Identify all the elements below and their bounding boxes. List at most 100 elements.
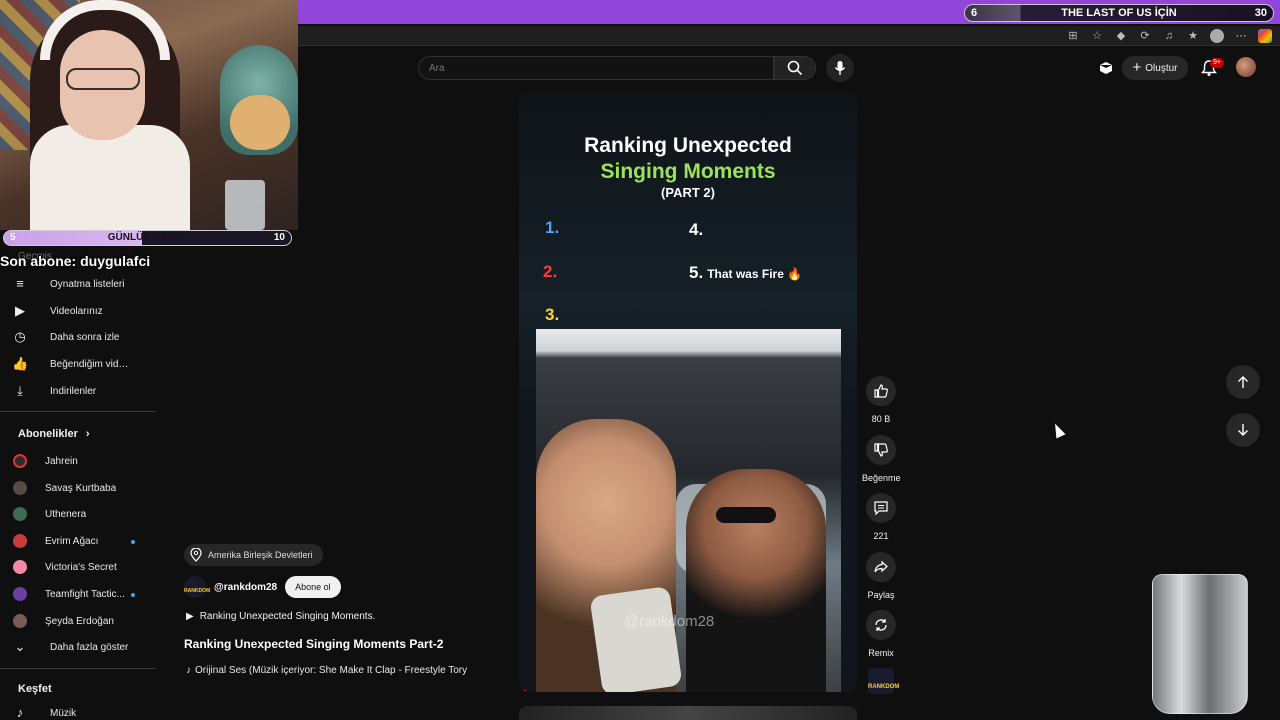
person-right xyxy=(686,469,826,692)
search-input[interactable] xyxy=(419,57,773,79)
rank-5: 5. That was Fire 🔥 xyxy=(689,263,802,283)
sidebar-item-music[interactable]: ♪ Müzik xyxy=(12,700,157,720)
share-button[interactable]: Paylaş xyxy=(862,552,900,600)
sidebar-sub-label: Evrim Ağacı xyxy=(45,535,99,547)
stream-goal-bar: 6 THE LAST OF US İÇİN 30 xyxy=(964,4,1274,22)
cast-icon[interactable] xyxy=(1098,60,1114,76)
sidebar-sub-uthenera[interactable]: Uthenera xyxy=(12,501,157,527)
extension-icon[interactable]: ◆ xyxy=(1114,29,1128,43)
sidebar-sub-label: Savaş Kurtbaba xyxy=(45,482,117,494)
copilot-icon[interactable] xyxy=(1258,29,1272,43)
sidebar-sub-savas-kurtbaba[interactable]: Savaş Kurtbaba xyxy=(12,475,157,501)
webcam-overlay xyxy=(0,0,298,230)
stream-top-bar: 6 THE LAST OF US İÇİN 30 xyxy=(298,0,1280,24)
app-icon[interactable]: ⊞ xyxy=(1066,29,1080,43)
create-label: Oluştur xyxy=(1145,62,1178,74)
previous-short-button[interactable] xyxy=(1226,365,1260,399)
daily-goal-bar: 5 GÜNLÜK HEDEF 10 xyxy=(3,230,292,246)
sidebar-divider xyxy=(0,411,155,412)
sidebar-item-playlists[interactable]: ≡ Oynatma listeleri xyxy=(12,271,157,297)
profile-avatar-icon[interactable] xyxy=(1210,29,1224,43)
remix-button[interactable]: Remix xyxy=(862,610,900,658)
subscribe-button[interactable]: Abone ol xyxy=(285,576,341,598)
search-button[interactable] xyxy=(774,56,816,80)
sidebar-sub-seyda-erdogan[interactable]: Şeyda Erdoğan xyxy=(12,608,157,634)
music-extension-icon[interactable]: ♫ xyxy=(1162,29,1176,43)
location-chip[interactable]: Amerika Birleşik Devletleri xyxy=(184,544,323,566)
comment-icon xyxy=(866,493,896,523)
sidebar-sub-label: Jahrein xyxy=(45,455,78,467)
plush-toy-belly xyxy=(230,95,290,150)
short-title-line1: Ranking Unexpected xyxy=(584,134,792,157)
voice-search-button[interactable] xyxy=(826,54,854,82)
show-more-label: Daha fazla göster xyxy=(50,641,129,653)
new-content-dot xyxy=(131,540,135,544)
channel-avatar xyxy=(13,534,27,548)
create-button[interactable]: + Oluştur xyxy=(1122,56,1188,80)
sidebar-sub-evrim-agaci[interactable]: Evrim Ağacı xyxy=(12,528,157,554)
next-short-preview[interactable] xyxy=(519,706,857,720)
music-note-icon: ♪ xyxy=(16,705,24,720)
playlist-icon: ≡ xyxy=(16,276,24,291)
video-frame: @rankdom28 xyxy=(536,329,841,692)
sidebar-item-label: Müzik xyxy=(50,707,77,719)
channel-avatar xyxy=(13,481,27,495)
short-title[interactable]: Ranking Unexpected Singing Moments Part-… xyxy=(184,637,443,651)
dislike-button[interactable]: Beğenme xyxy=(862,435,901,483)
microphone-icon xyxy=(834,61,846,75)
dislike-label: Beğenme xyxy=(862,473,901,483)
favorites-icon[interactable]: ★ xyxy=(1186,29,1200,43)
next-short-button[interactable] xyxy=(1226,413,1260,447)
arrow-down-icon xyxy=(1238,424,1248,436)
subscriptions-title[interactable]: Abonelikler › xyxy=(18,428,90,440)
rank-2: 2. xyxy=(543,262,558,281)
sidebar-item-liked-videos[interactable]: 👍 Beğendiğim videolar xyxy=(12,351,157,377)
explore-title: Keşfet xyxy=(18,683,52,695)
comments-button[interactable]: 221 xyxy=(862,493,900,541)
clock-icon: ◷ xyxy=(14,329,26,344)
sidebar-item-watch-later[interactable]: ◷ Daha sonra izle xyxy=(12,324,157,350)
sidebar-item-your-videos[interactable]: ▶ Videolarınız xyxy=(12,298,157,324)
sidebar-item-label: İndirilenler xyxy=(50,385,97,397)
description-text: Ranking Unexpected Singing Moments. xyxy=(199,611,376,622)
sidebar-item-label: Videolarınız xyxy=(50,305,103,317)
show-more-button[interactable]: ⌄ Daha fazla göster xyxy=(12,634,157,660)
play-icon: ▶ xyxy=(186,611,194,622)
channel-avatar xyxy=(13,507,27,521)
daily-goal-target: 10 xyxy=(273,232,285,243)
channel-avatar xyxy=(13,454,27,468)
channel-avatar[interactable]: RANKDOM xyxy=(184,576,210,598)
rank-1: 1. xyxy=(545,218,560,237)
phone xyxy=(589,585,683,692)
sidebar-sub-label: Victoria's Secret xyxy=(45,561,117,573)
like-count: 80 B xyxy=(871,414,891,424)
refresh-extension-icon[interactable]: ⟳ xyxy=(1138,29,1152,43)
bookmark-star-icon[interactable]: ☆ xyxy=(1090,29,1104,43)
comment-count: 221 xyxy=(873,531,889,541)
sunglasses xyxy=(716,507,776,523)
like-button[interactable]: 80 B xyxy=(862,376,900,424)
sidebar-sub-victorias-secret[interactable]: Victoria's Secret xyxy=(12,554,157,580)
channel-mini-avatar[interactable]: RANKDOM xyxy=(868,668,899,694)
short-description[interactable]: ▶ Ranking Unexpected Singing Moments. xyxy=(186,611,375,622)
sidebar-sub-teamfight-tactics[interactable]: Teamfight Tactic... xyxy=(12,581,157,607)
account-avatar[interactable] xyxy=(1236,57,1256,77)
playback-progress[interactable] xyxy=(519,690,526,692)
more-menu-icon[interactable]: ⋯ xyxy=(1234,29,1248,43)
search-icon xyxy=(787,60,803,76)
video-icon: ▶ xyxy=(15,303,25,318)
arrow-up-icon xyxy=(1238,376,1248,388)
goal-target: 30 xyxy=(1254,7,1267,19)
short-video-player[interactable]: Ranking Unexpected Singing Moments (PART… xyxy=(519,92,857,692)
sidebar: ≡ Oynatma listeleri ▶ Videolarınız ◷ Dah… xyxy=(0,270,160,720)
sidebar-sub-jahrein[interactable]: Jahrein xyxy=(12,448,157,474)
chevron-down-icon: ⌄ xyxy=(14,639,26,654)
sound-link[interactable]: ♪ Orijinal Ses (Müzik içeriyor: She Make… xyxy=(186,665,467,676)
music-note-icon: ♪ xyxy=(186,665,191,676)
sidebar-item-downloads[interactable]: ⤓ İndirilenler xyxy=(12,378,157,404)
share-label: Paylaş xyxy=(867,590,895,600)
thumbs-down-icon xyxy=(866,435,896,465)
channel-name[interactable]: @rankdom28 xyxy=(214,582,277,593)
location-pin-icon xyxy=(190,548,202,562)
channel-row: RANKDOM @rankdom28 Abone ol xyxy=(184,576,341,598)
